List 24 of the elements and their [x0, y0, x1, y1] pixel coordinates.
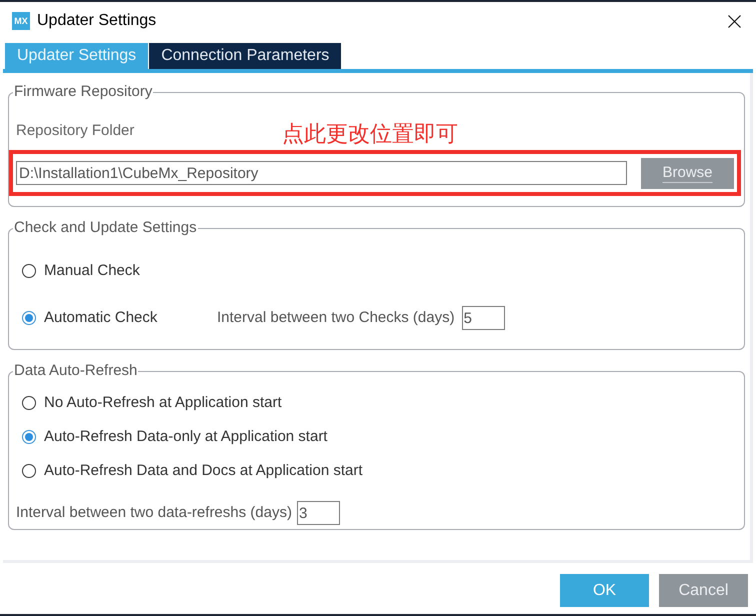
- radio-button[interactable]: [22, 264, 36, 278]
- window-title: Updater Settings: [37, 11, 156, 31]
- interval-label: Interval between two Checks (days): [217, 308, 455, 328]
- radio-button[interactable]: [22, 464, 36, 478]
- radio-button[interactable]: [22, 311, 36, 325]
- folder-path-field[interactable]: D:\Installation1\CubeMx_Repository: [16, 161, 627, 185]
- group-title: Firmware Repository: [13, 83, 154, 101]
- close-icon: [728, 14, 740, 28]
- interval-field[interactable]: 5: [462, 306, 505, 330]
- annotation-text: 点此更改位置即可: [282, 121, 458, 147]
- group-title: Data Auto-Refresh: [13, 362, 138, 380]
- group-title: Check and Update Settings: [13, 219, 198, 237]
- radio-button[interactable]: [22, 396, 36, 410]
- field-label: Repository Folder: [16, 122, 134, 140]
- interval-label: Interval between two data-refreshs (days): [16, 502, 292, 523]
- radio-label[interactable]: No Auto-Refresh at Application start: [44, 392, 282, 414]
- radio-label[interactable]: Automatic Check: [44, 306, 158, 330]
- radio-label[interactable]: Auto-Refresh Data-only at Application start: [44, 426, 328, 448]
- radio-button[interactable]: [22, 430, 36, 444]
- radio-label[interactable]: Auto-Refresh Data and Docs at Application start: [44, 460, 363, 482]
- app-logo: MX: [12, 12, 30, 30]
- radio-label[interactable]: Manual Check: [44, 260, 140, 282]
- interval-field[interactable]: 3: [296, 501, 340, 525]
- tab[interactable]: Connection Parameters: [149, 43, 342, 69]
